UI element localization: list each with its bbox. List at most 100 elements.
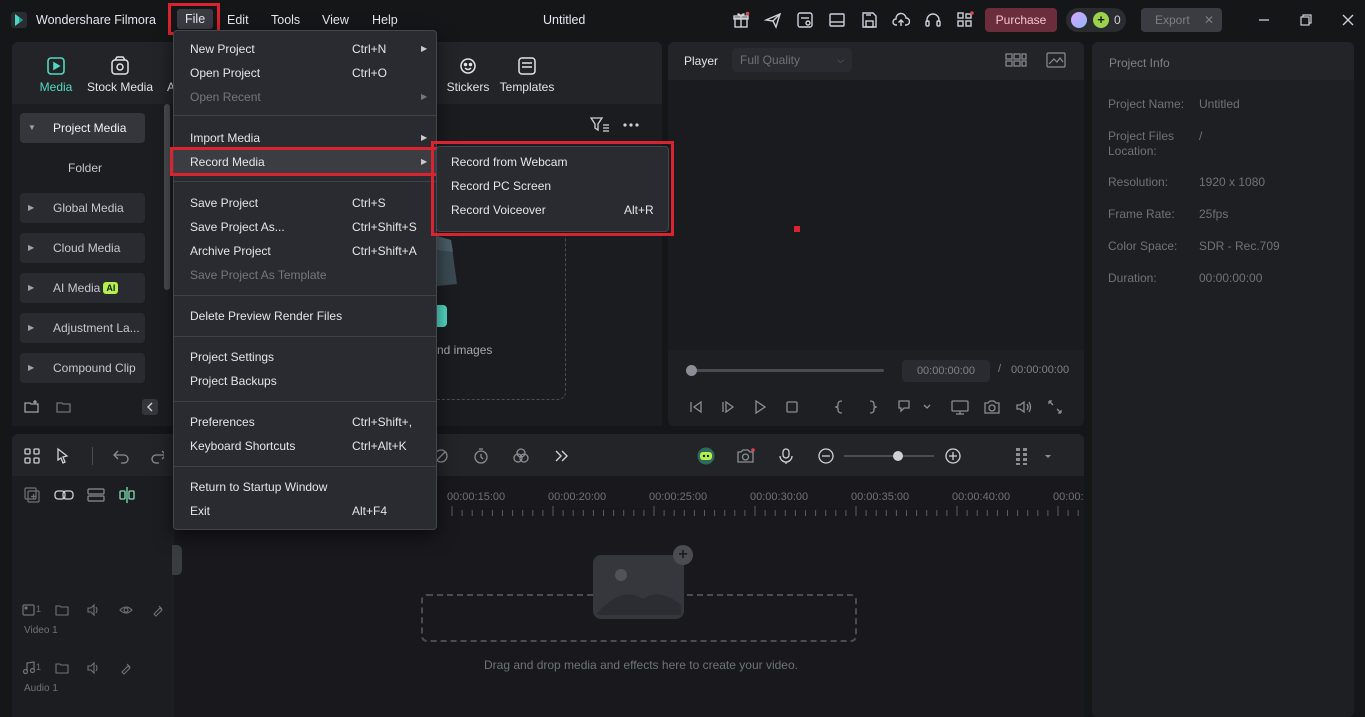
ai-companion-icon[interactable] bbox=[696, 447, 716, 465]
credits-widget[interactable]: + 0 bbox=[1066, 8, 1126, 32]
cloud-upload-icon[interactable] bbox=[892, 11, 910, 29]
more-options-icon[interactable] bbox=[622, 116, 640, 134]
document-title: Untitled bbox=[543, 13, 586, 27]
volume-icon[interactable] bbox=[1015, 399, 1033, 415]
seek-handle[interactable] bbox=[686, 365, 697, 376]
track-layout-icon[interactable] bbox=[1014, 447, 1054, 465]
menu-item-save-project-as[interactable]: Save Project As... bbox=[190, 215, 285, 239]
menu-item-delete-preview-render[interactable]: Delete Preview Render Files bbox=[190, 304, 342, 328]
sidebar-item-global-media[interactable]: ▶ Global Media bbox=[20, 193, 145, 223]
menu-item-save-project[interactable]: Save Project bbox=[190, 191, 258, 215]
filter-icon[interactable] bbox=[590, 116, 610, 134]
play-icon[interactable] bbox=[752, 399, 768, 415]
menu-item-exit[interactable]: Exit bbox=[190, 499, 210, 523]
lock-icon[interactable] bbox=[119, 661, 133, 675]
menu-view[interactable]: View bbox=[314, 12, 357, 28]
sidebar-folder[interactable]: Folder bbox=[68, 161, 102, 175]
submenu-item-record-webcam[interactable]: Record from Webcam bbox=[451, 150, 567, 174]
quality-select[interactable]: Full Quality ⌵ bbox=[732, 48, 852, 72]
sidebar-item-adjustment-layer[interactable]: ▶ Adjustment La... bbox=[20, 313, 145, 343]
image-icon[interactable] bbox=[1046, 52, 1066, 68]
compound-icon[interactable] bbox=[87, 487, 105, 503]
tab-stock-media[interactable]: Stock Media bbox=[86, 56, 154, 94]
timer-icon[interactable] bbox=[472, 447, 490, 465]
close-window-icon[interactable] bbox=[1340, 12, 1356, 28]
import-button[interactable] bbox=[436, 305, 447, 327]
template-icon[interactable] bbox=[796, 11, 814, 29]
layout-grid-icon[interactable] bbox=[23, 447, 41, 465]
tab-stickers[interactable]: Stickers bbox=[446, 56, 490, 94]
sidebar-item-project-media[interactable]: ▼ Project Media bbox=[20, 113, 145, 143]
headset-icon[interactable] bbox=[924, 11, 942, 29]
menu-edit[interactable]: Edit bbox=[219, 12, 257, 28]
menu-tools[interactable]: Tools bbox=[263, 12, 308, 28]
menu-item-preferences[interactable]: Preferences bbox=[190, 410, 255, 434]
new-folder-icon[interactable] bbox=[24, 399, 40, 415]
menu-item-project-settings[interactable]: Project Settings bbox=[190, 345, 274, 369]
redo-icon[interactable] bbox=[150, 447, 164, 465]
collapse-sidebar-icon[interactable] bbox=[142, 399, 158, 415]
minimize-icon[interactable] bbox=[1256, 12, 1272, 28]
restore-icon[interactable] bbox=[1298, 12, 1314, 28]
menu-item-new-project[interactable]: New Project bbox=[190, 37, 255, 61]
add-track-icon[interactable] bbox=[24, 487, 40, 503]
menu-item-keyboard-shortcuts[interactable]: Keyboard Shortcuts bbox=[190, 434, 295, 458]
tab-media[interactable]: Media bbox=[37, 56, 75, 94]
menu-item-project-backups[interactable]: Project Backups bbox=[190, 369, 277, 393]
menu-item-open-project[interactable]: Open Project bbox=[190, 61, 260, 85]
zoom-out-icon[interactable] bbox=[817, 447, 835, 465]
submenu-item-record-screen[interactable]: Record PC Screen bbox=[451, 174, 551, 198]
color-icon[interactable] bbox=[512, 447, 530, 465]
zoom-in-icon[interactable] bbox=[944, 447, 962, 465]
stop-icon[interactable] bbox=[784, 399, 800, 415]
zoom-slider-handle[interactable] bbox=[893, 451, 903, 461]
snap-icon[interactable] bbox=[118, 487, 136, 503]
link-icon[interactable] bbox=[54, 487, 74, 503]
menu-help[interactable]: Help bbox=[364, 12, 406, 28]
player-viewport[interactable] bbox=[668, 80, 1084, 350]
submenu-arrow-icon: ▶ bbox=[421, 92, 428, 101]
save-icon[interactable] bbox=[860, 11, 878, 29]
prev-frame-icon[interactable] bbox=[688, 399, 704, 415]
eye-icon[interactable] bbox=[119, 603, 133, 617]
sidebar-item-ai-media[interactable]: ▶ AI Media AI bbox=[20, 273, 145, 303]
record-camera-icon[interactable] bbox=[736, 447, 756, 465]
layout-icon[interactable] bbox=[828, 11, 846, 29]
folder-icon[interactable] bbox=[56, 399, 72, 415]
folder-icon[interactable] bbox=[55, 603, 69, 617]
shortcut-keyboard-shortcuts: Ctrl+Alt+K bbox=[352, 439, 407, 453]
folder-icon[interactable] bbox=[55, 661, 69, 675]
mark-in-icon[interactable] bbox=[832, 399, 848, 415]
next-frame-icon[interactable] bbox=[720, 399, 736, 415]
audio-mute-icon[interactable] bbox=[87, 661, 101, 675]
lock-icon[interactable] bbox=[151, 603, 165, 617]
sidebar-item-cloud-media[interactable]: ▶ Cloud Media bbox=[20, 233, 145, 263]
marker-dropdown-icon[interactable] bbox=[896, 399, 932, 415]
seek-bar[interactable] bbox=[692, 369, 884, 372]
audio-mute-icon[interactable] bbox=[87, 603, 101, 617]
sidebar-item-compound-clip[interactable]: ▶ Compound Clip bbox=[20, 353, 145, 383]
menu-item-return-startup[interactable]: Return to Startup Window bbox=[190, 475, 327, 499]
microphone-icon[interactable] bbox=[777, 447, 795, 465]
menu-item-archive-project[interactable]: Archive Project bbox=[190, 239, 271, 263]
tab-templates[interactable]: Templates bbox=[498, 56, 556, 94]
purchase-button[interactable]: Purchase bbox=[985, 8, 1057, 32]
gift-icon[interactable] bbox=[732, 11, 750, 29]
select-tool-icon[interactable] bbox=[55, 447, 73, 465]
snapshot-icon[interactable] bbox=[983, 399, 1001, 415]
more-tools-icon[interactable] bbox=[552, 447, 570, 465]
undo-icon[interactable] bbox=[112, 447, 130, 465]
display-icon[interactable] bbox=[950, 399, 970, 415]
add-media-icon[interactable]: + bbox=[673, 545, 693, 565]
speed-icon[interactable] bbox=[436, 447, 450, 465]
apps-grid-icon[interactable] bbox=[956, 11, 974, 29]
export-button[interactable]: Export ✕ bbox=[1141, 8, 1222, 32]
mark-out-icon[interactable] bbox=[864, 399, 880, 415]
send-icon[interactable] bbox=[764, 11, 782, 29]
fullscreen-icon[interactable] bbox=[1047, 399, 1063, 415]
resize-handle[interactable] bbox=[172, 545, 182, 575]
zoom-slider[interactable] bbox=[844, 455, 934, 457]
submenu-item-record-voiceover[interactable]: Record Voiceover bbox=[451, 198, 546, 222]
current-time[interactable]: 00:00:00:00 bbox=[902, 360, 990, 382]
grid-view-icon[interactable] bbox=[1005, 52, 1027, 68]
